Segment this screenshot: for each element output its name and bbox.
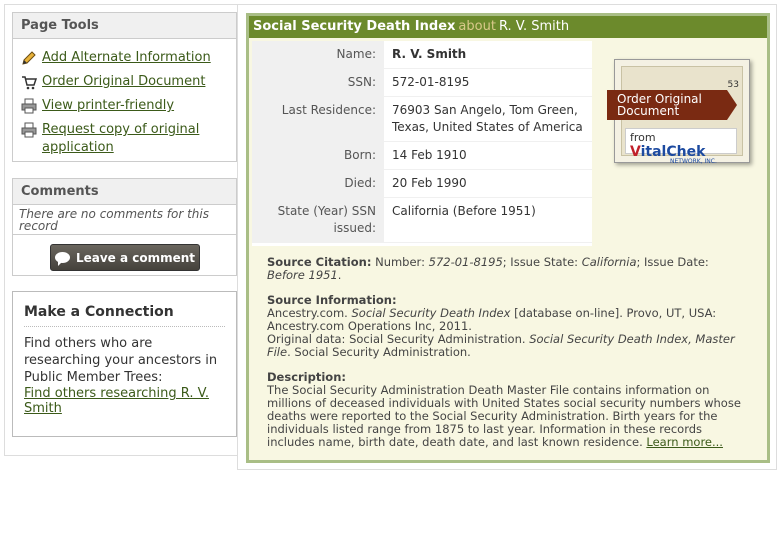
record-details: Name: R. V. Smith SSN: 572-01-8195 Last Re… [252, 41, 767, 246]
vitalchek-sub: NETWORK, INC. [670, 158, 717, 165]
page-tool-item: Order Original Document [21, 73, 228, 91]
record-header: Social Security Death Index about R. V. Sm… [249, 16, 767, 38]
table-row: Born: 14 Feb 1910 [252, 141, 592, 170]
speech-bubble-icon [54, 252, 70, 266]
source-info: Source Citation: Number: 572-01-8195; Is… [267, 256, 747, 461]
record-person-name: R. V. Smith [498, 19, 570, 34]
page-tool-item: View printer-friendly [21, 97, 228, 115]
make-connection-text: Find others who are researching your anc… [24, 336, 218, 385]
table-row: Name: R. V. Smith [252, 41, 592, 69]
comments-title: Comments [13, 179, 236, 205]
about-text: about [458, 19, 496, 34]
from-text: from [630, 131, 656, 144]
leave-comment-button[interactable]: Leave a comment [50, 244, 200, 271]
collection-title: Social Security Death Index [253, 19, 456, 34]
printer-icon [21, 98, 37, 114]
field-label: Last Residence: [252, 96, 384, 142]
order-ribbon: Order Original Document [607, 90, 737, 120]
order-original-document-link[interactable]: Order Original Document [42, 73, 205, 91]
no-comments-text: There are no comments for this record [13, 205, 236, 235]
field-value: 14 Feb 1910 [384, 141, 592, 170]
field-label: Died: [252, 169, 384, 198]
page-tool-item: Add Alternate Information [21, 49, 228, 67]
table-row: State (Year) SSN issued: California (Befo… [252, 197, 592, 243]
source-citation: Source Citation: Number: 572-01-8195; Is… [267, 255, 709, 282]
order-document-box: 53 Order Original Document from VitalChe… [592, 41, 767, 246]
make-connection-panel: Make a Connection Find others who are re… [12, 291, 237, 437]
field-label: Name: [252, 41, 384, 69]
printer-icon [21, 122, 37, 138]
vitalchek-logo: from VitalChek NETWORK, INC. [625, 128, 737, 165]
field-value: California (Before 1951) [384, 197, 592, 243]
page-tools-panel: Page Tools Add Alternate Information Ord… [12, 12, 237, 162]
field-value: R. V. Smith [384, 41, 592, 69]
field-value: 20 Feb 1990 [384, 169, 592, 198]
table-row: Last Residence: 76903 San Angelo, Tom Gre… [252, 96, 592, 142]
page-tool-item: Request copy of original application [21, 121, 228, 157]
order-original-document-button[interactable]: 53 Order Original Document from VitalChe… [607, 59, 750, 165]
table-row: SSN: 572-01-8195 [252, 68, 592, 97]
pencil-icon [22, 51, 36, 65]
leave-comment-label: Leave a comment [75, 250, 196, 265]
make-connection-title: Make a Connection [24, 304, 225, 327]
document-number: 53 [727, 80, 739, 90]
table-row: Died: 20 Feb 1990 [252, 169, 592, 198]
comments-panel: Comments There are no comments for this … [12, 178, 237, 276]
field-label: State (Year) SSN issued: [252, 197, 384, 243]
source-description: Description: The Social Security Adminis… [267, 370, 741, 449]
record-fields-table: Name: R. V. Smith SSN: 572-01-8195 Last Re… [252, 41, 592, 243]
find-others-link[interactable]: Find others researching R. V. Smith [24, 386, 225, 416]
learn-more-link[interactable]: Learn more... [646, 435, 723, 449]
request-copy-link[interactable]: Request copy of original application [42, 121, 228, 157]
field-value: 572-01-8195 [384, 68, 592, 97]
field-value: 76903 San Angelo, Tom Green, Texas, Unit… [384, 96, 592, 142]
cart-icon [22, 76, 37, 90]
view-printer-friendly-link[interactable]: View printer-friendly [42, 97, 174, 115]
field-label: Born: [252, 141, 384, 170]
page-tools-title: Page Tools [13, 13, 236, 39]
add-alternate-info-link[interactable]: Add Alternate Information [42, 49, 211, 67]
field-label: SSN: [252, 68, 384, 97]
record-panel: Social Security Death Index about R. V. Sm… [246, 13, 770, 463]
source-information: Source Information: Ancestry.com. Social… [267, 293, 735, 359]
record-container: Social Security Death Index about R. V. Sm… [237, 4, 777, 470]
